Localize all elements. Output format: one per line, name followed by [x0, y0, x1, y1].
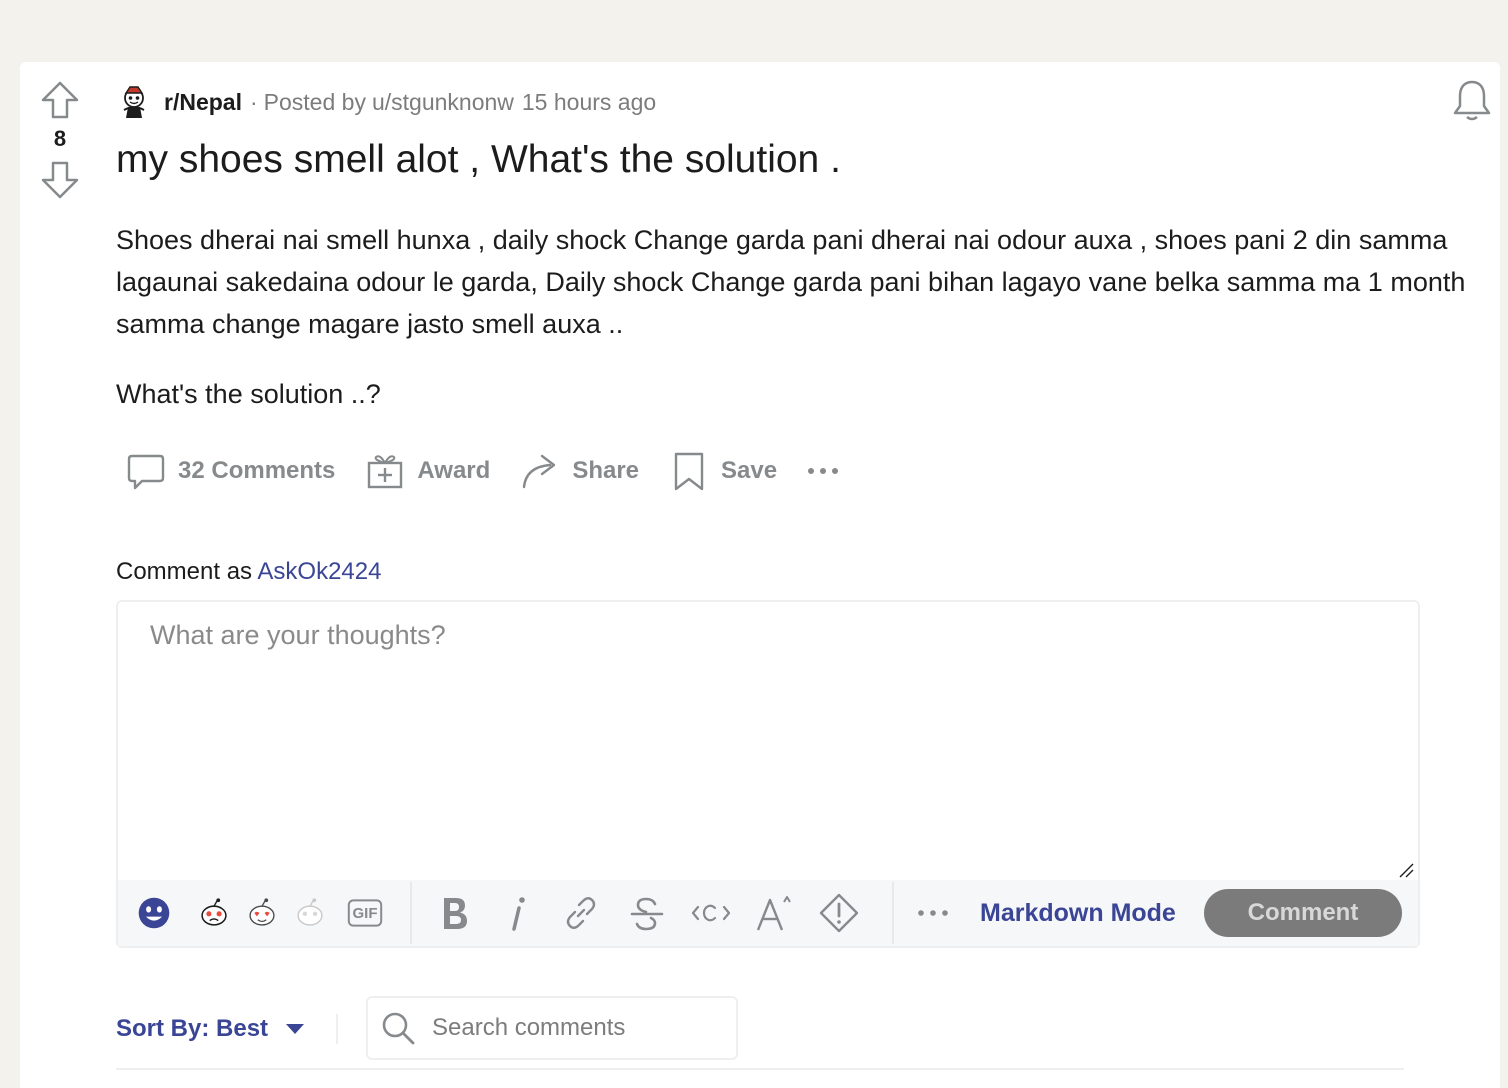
superscript-icon [756, 896, 791, 931]
more-icon [808, 468, 839, 474]
subreddit-link[interactable]: r/Nepal [164, 89, 242, 116]
spoiler-button[interactable] [798, 893, 880, 933]
sort-divider [336, 1014, 338, 1044]
inline-code-icon [691, 904, 731, 922]
vote-column: 8 [40, 80, 80, 200]
award-button[interactable]: Award [355, 444, 500, 498]
sort-label: Sort By: Best [116, 1015, 269, 1042]
markdown-mode-button[interactable]: Markdown Mode [980, 899, 1176, 928]
italic-icon [512, 897, 525, 931]
comment-username-link[interactable]: AskOk2424 [257, 558, 381, 585]
comments-label: 32 Comments [178, 457, 336, 484]
caret-down-icon [286, 1024, 305, 1034]
snoo-faded-icon [297, 898, 323, 926]
save-button[interactable]: Save [659, 444, 787, 498]
posted-by-label: Posted by [263, 88, 366, 115]
comments-button[interactable]: 32 Comments [116, 444, 345, 498]
save-icon [674, 452, 704, 491]
bold-icon [444, 898, 467, 929]
link-icon [566, 897, 596, 929]
emoji-button[interactable] [118, 895, 190, 931]
post-meta: r/Nepal · Posted by u/stgunknonw 15 hour… [116, 82, 656, 122]
sort-dropdown[interactable]: Sort By: Best [116, 1012, 306, 1046]
toolbar-more-button[interactable] [894, 893, 972, 933]
resize-grip-icon[interactable] [1398, 862, 1414, 878]
comment-textarea[interactable] [118, 602, 1418, 880]
bold-button[interactable] [412, 893, 496, 933]
comment-as-line: Comment as AskOk2424 [116, 558, 381, 586]
snoo-emoji-button[interactable] [190, 896, 238, 930]
inline-code-button[interactable] [672, 893, 750, 933]
save-label: Save [721, 457, 778, 484]
snoo-emoji-button[interactable] [238, 896, 286, 930]
gif-label: GIF [352, 905, 378, 922]
more-options-button[interactable] [797, 444, 849, 498]
post-body-paragraph: Shoes dherai nai smell hunxa , daily sho… [116, 225, 1466, 339]
post-body: Shoes dherai nai smell hunxa , daily sho… [116, 219, 1476, 443]
search-icon [382, 1012, 415, 1045]
search-comments-input[interactable] [432, 1014, 722, 1042]
comment-editor: GIF [116, 600, 1420, 948]
subreddit-avatar-icon[interactable] [116, 84, 152, 120]
post-card: 8 r/Nepal · Posted by u/stgunknonw 15 ho… [20, 62, 1500, 1088]
superscript-button[interactable] [750, 893, 798, 933]
italic-button[interactable] [496, 893, 540, 933]
comment-as-label: Comment as [116, 558, 253, 585]
comment-icon [127, 454, 165, 490]
award-icon [368, 455, 403, 489]
comment-search-box [366, 996, 738, 1060]
gif-button[interactable]: GIF [334, 895, 396, 931]
post-body-paragraph: What's the solution ..? [116, 379, 381, 409]
award-label: Award [417, 457, 491, 484]
snoo-emoji-button[interactable] [286, 896, 334, 930]
post-time[interactable]: 15 hours ago [522, 89, 656, 116]
post-title[interactable]: my shoes smell alot , What's the solutio… [116, 138, 841, 182]
strikethrough-button[interactable] [622, 893, 672, 933]
snoo-love-icon [249, 898, 275, 926]
submit-comment-button[interactable]: Comment [1204, 889, 1402, 937]
divider [116, 1068, 1404, 1070]
more-icon [918, 910, 948, 916]
share-button[interactable]: Share [510, 444, 649, 498]
editor-toolbar: GIF Markdown Mode Comment [118, 880, 1418, 946]
emoji-icon [138, 897, 170, 929]
bell-icon[interactable] [1452, 78, 1492, 122]
snoo-sad-icon [201, 898, 227, 926]
upvote-icon[interactable] [40, 80, 80, 120]
post-actions: 32 Comments Award Share Save [116, 444, 859, 498]
link-button[interactable] [540, 893, 622, 933]
downvote-icon[interactable] [40, 160, 80, 200]
share-label: Share [572, 457, 640, 484]
spoiler-icon [819, 893, 859, 933]
author-link[interactable]: u/stgunknonw [372, 89, 514, 116]
strikethrough-icon [630, 897, 664, 931]
vote-score: 8 [53, 126, 67, 151]
share-icon [523, 454, 556, 489]
meta-separator: · [249, 88, 258, 115]
